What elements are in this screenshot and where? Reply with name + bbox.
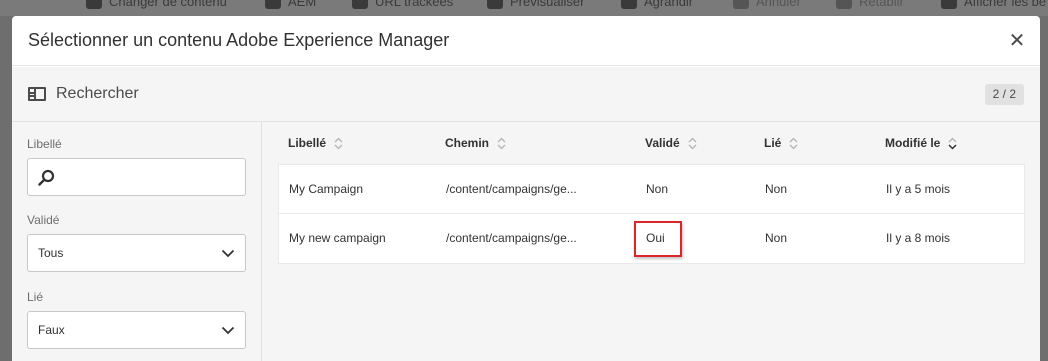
search-label: Rechercher bbox=[56, 85, 139, 102]
annotation-highlight-box bbox=[634, 221, 682, 257]
search-bar: Rechercher 2 / 2 bbox=[12, 67, 1040, 122]
chevron-down-icon bbox=[221, 326, 235, 335]
toolbar-aem[interactable]: AEM bbox=[265, 0, 316, 9]
toolbar-preview[interactable]: Prévisualiser bbox=[487, 0, 584, 9]
close-icon: ✕ bbox=[1008, 30, 1026, 52]
table-row[interactable]: My new campaign /content/campaigns/ge...… bbox=[278, 214, 1025, 264]
undo-icon bbox=[733, 0, 749, 9]
background-toolbar: Changer de contenu AEM URL trackées Prév… bbox=[0, 0, 1048, 16]
cell-lie: Non bbox=[765, 231, 788, 245]
results-table: Libellé Chemin Validé Lié Modifié le My … bbox=[262, 122, 1040, 361]
table-row[interactable]: My Campaign /content/campaigns/ge... Non… bbox=[278, 164, 1025, 214]
cell-modifie: Il y a 5 mois bbox=[886, 182, 951, 196]
expand-icon bbox=[621, 0, 637, 9]
cell-chemin: /content/campaigns/ge... bbox=[446, 182, 577, 196]
valide-select-value: Tous bbox=[38, 246, 64, 260]
sort-icon bbox=[334, 137, 343, 149]
sort-descending-icon bbox=[948, 137, 957, 150]
redo-icon bbox=[836, 0, 852, 9]
valide-select[interactable]: Tous bbox=[27, 234, 246, 272]
cell-valide: Non bbox=[646, 182, 669, 196]
puzzle-icon bbox=[86, 0, 102, 9]
column-header-modifie[interactable]: Modifié le bbox=[885, 122, 958, 164]
toolbar-expand[interactable]: Agrandir bbox=[621, 0, 693, 9]
cell-lie: Non bbox=[765, 182, 788, 196]
cell-chemin: /content/campaigns/ge... bbox=[446, 231, 577, 245]
aem-content-dialog: Sélectionner un contenu Adobe Experience… bbox=[12, 16, 1040, 361]
lie-select-value: Faux bbox=[38, 323, 65, 337]
link-icon bbox=[352, 0, 368, 9]
lie-filter-label: Lié bbox=[27, 290, 44, 304]
column-header-valide[interactable]: Validé bbox=[645, 122, 698, 164]
sort-icon bbox=[688, 137, 697, 149]
chevron-down-icon bbox=[221, 249, 235, 258]
sort-icon bbox=[789, 137, 798, 149]
aem-icon bbox=[265, 0, 281, 9]
libelle-filter-label: Libellé bbox=[27, 137, 62, 151]
close-button[interactable]: ✕ bbox=[1008, 30, 1026, 52]
toolbar-redo[interactable]: Rétablir bbox=[836, 0, 904, 9]
table-header: Libellé Chemin Validé Lié Modifié le bbox=[278, 122, 1025, 164]
eye-icon bbox=[487, 0, 503, 9]
column-header-lie[interactable]: Lié bbox=[764, 122, 799, 164]
sort-icon bbox=[497, 137, 506, 149]
toolbar-change-content[interactable]: Changer de contenu bbox=[86, 0, 227, 9]
toolbar-tracked-urls[interactable]: URL trackées bbox=[352, 0, 453, 9]
column-header-libelle[interactable]: Libellé bbox=[288, 122, 344, 164]
column-header-chemin[interactable]: Chemin bbox=[445, 122, 507, 164]
dialog-header: Sélectionner un contenu Adobe Experience… bbox=[12, 16, 1040, 66]
cell-libelle: My Campaign bbox=[289, 182, 364, 196]
search-icon bbox=[38, 169, 55, 186]
toolbar-undo[interactable]: Annuler bbox=[733, 0, 801, 9]
valide-filter-label: Validé bbox=[27, 213, 60, 227]
filter-rail: Libellé Validé Tous Lié Faux bbox=[12, 122, 262, 361]
cell-libelle: My new campaign bbox=[289, 231, 386, 245]
panel-toggle-icon[interactable] bbox=[28, 87, 46, 101]
lie-select[interactable]: Faux bbox=[27, 311, 246, 349]
libelle-search-input[interactable] bbox=[27, 158, 246, 196]
cell-modifie: Il y a 8 mois bbox=[886, 231, 951, 245]
list-icon bbox=[941, 0, 957, 9]
dialog-title: Sélectionner un contenu Adobe Experience… bbox=[28, 30, 450, 50]
result-count-badge: 2 / 2 bbox=[984, 84, 1024, 105]
toolbar-show-list[interactable]: Afficher les be bbox=[941, 0, 1046, 9]
